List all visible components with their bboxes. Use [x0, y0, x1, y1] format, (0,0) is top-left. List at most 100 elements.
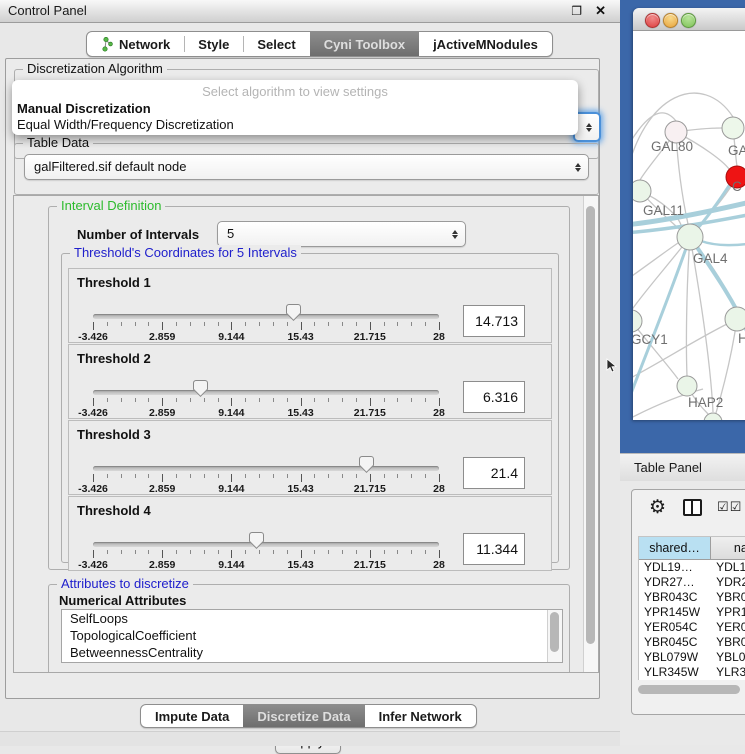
threshold-slider[interactable]: -3.4262.8599.14415.4321.71528 — [93, 453, 439, 493]
table-row[interactable]: YDL19…YDL19 — [639, 560, 745, 575]
tick-mark — [176, 398, 177, 402]
tab-cyni-toolbox[interactable]: Cyni Toolbox — [310, 32, 419, 56]
numerical-attributes-list[interactable]: SelfLoopsTopologicalCoefficientBetweenne… — [61, 609, 563, 663]
threshold-value-field[interactable]: 11.344 — [463, 533, 525, 565]
slider-thumb[interactable] — [193, 380, 208, 397]
tick-mark — [384, 474, 385, 478]
dropdown-option-manual-discretization[interactable]: Manual Discretization — [12, 101, 578, 117]
bottom-tab-discretize-data[interactable]: Discretize Data — [243, 705, 364, 727]
attributes-list-scrollbar[interactable] — [547, 610, 562, 662]
table-horizontal-scrollbar[interactable] — [637, 684, 745, 695]
threshold-label: Threshold 2 — [77, 351, 151, 366]
network-node-partial[interactable] — [704, 413, 722, 420]
tick-mark — [273, 322, 274, 326]
table-row[interactable]: YLR345WYLR345W — [639, 665, 745, 680]
close-traffic-light-icon[interactable] — [645, 13, 660, 28]
network-canvas[interactable]: GAL80GACGAL11GAL4GCY1HHAP2 — [633, 31, 745, 420]
bottom-tab-impute-data[interactable]: Impute Data — [141, 705, 243, 727]
threshold-slider[interactable]: -3.4262.8599.14415.4321.71528 — [93, 377, 439, 417]
network-node-h[interactable] — [725, 307, 745, 331]
tab-label: jActiveMNodules — [433, 37, 538, 52]
network-node-gal11[interactable] — [633, 180, 651, 202]
table-row[interactable]: YDR27…YDR27 — [639, 575, 745, 590]
attribute-item-betweennesscentrality[interactable]: BetweennessCentrality — [62, 644, 562, 661]
threshold-slider[interactable]: -3.4262.8599.14415.4321.71528 — [93, 529, 439, 569]
zoom-traffic-light-icon[interactable] — [681, 13, 696, 28]
columns-icon[interactable] — [683, 499, 702, 516]
network-node-gcy1[interactable] — [633, 310, 642, 332]
table-row[interactable]: YBR043CYBR043C — [639, 590, 745, 605]
float-window-icon[interactable]: ❐ — [571, 4, 582, 18]
slider-track[interactable] — [93, 390, 439, 395]
table-row[interactable]: YBR045CYBR045C — [639, 635, 745, 650]
tick-mark — [384, 322, 385, 326]
select-columns-checkboxes-icon[interactable]: ☑☑ — [717, 499, 742, 515]
network-node-ga[interactable] — [722, 117, 744, 139]
tick-mark — [342, 398, 343, 402]
tab-label: Impute Data — [155, 709, 229, 724]
close-panel-icon[interactable]: ✕ — [595, 3, 606, 19]
attribute-item-selfloops[interactable]: SelfLoops — [62, 610, 562, 627]
network-node-hap2[interactable] — [677, 376, 697, 396]
tick-mark — [176, 550, 177, 554]
table-cell: YBR045C — [711, 635, 745, 650]
thresholds-group: Threshold's Coordinates for 5 Intervals … — [61, 253, 559, 563]
table-row[interactable]: YER054CYER054C — [639, 620, 745, 635]
threshold-slider[interactable]: -3.4262.8599.14415.4321.71528 — [93, 301, 439, 341]
table-data-combobox[interactable]: galFiltered.sif default node — [24, 154, 589, 180]
tick-mark — [162, 398, 163, 406]
tick-mark — [107, 398, 108, 402]
tab-jactivemnodules[interactable]: jActiveMNodules — [419, 32, 552, 56]
slider-track[interactable] — [93, 314, 439, 319]
num-intervals-combobox[interactable]: 5 — [217, 221, 466, 247]
tick-mark — [218, 398, 219, 402]
table-row[interactable]: YPR145WYPR145W — [639, 605, 745, 620]
scale-label: 28 — [433, 407, 445, 419]
gear-icon[interactable]: ⚙ — [649, 498, 666, 517]
tick-mark — [218, 550, 219, 554]
slider-thumb[interactable] — [359, 456, 374, 473]
tick-mark — [148, 550, 149, 554]
tab-label: Network — [119, 37, 170, 52]
attribute-item-topologicalcoefficient[interactable]: TopologicalCoefficient — [62, 627, 562, 644]
table-row[interactable]: YBL079WYBL079W — [639, 650, 745, 665]
scale-label: 2.859 — [149, 559, 175, 571]
network-node-gal4[interactable] — [677, 224, 703, 250]
column-header-1[interactable]: shared… — [639, 537, 711, 559]
tick-mark — [411, 322, 412, 326]
tab-select[interactable]: Select — [243, 32, 309, 56]
slider-track[interactable] — [93, 466, 439, 471]
minimize-traffic-light-icon[interactable] — [663, 13, 678, 28]
column-header-2[interactable]: name — [711, 537, 745, 559]
threshold-value-field[interactable]: 14.713 — [463, 305, 525, 337]
tick-mark — [245, 322, 246, 326]
settings-scrollbar[interactable] — [583, 196, 598, 672]
node-label: HAP2 — [688, 395, 723, 410]
tick-mark — [425, 322, 426, 326]
tick-mark — [342, 550, 343, 554]
tab-network[interactable]: Network — [87, 32, 184, 56]
slider-thumb[interactable] — [286, 304, 301, 321]
node-table-panel: ⚙ ☑☑ shared…name YDL19…YDL19YDR27…YDR27Y… — [631, 489, 745, 715]
slider-track[interactable] — [93, 542, 439, 547]
slider-thumb[interactable] — [249, 532, 264, 549]
scale-label: 15.43 — [287, 331, 313, 343]
table-cell: YBL079W — [639, 650, 711, 665]
threshold-value-field[interactable]: 21.4 — [463, 457, 525, 489]
dropdown-prompt: Select algorithm to view settings — [12, 80, 578, 101]
tick-mark — [93, 550, 94, 558]
tick-mark — [328, 322, 329, 326]
tick-mark — [204, 474, 205, 478]
tick-mark — [397, 322, 398, 326]
combo-arrows-icon — [586, 114, 592, 140]
node-label: H — [738, 331, 745, 346]
bottom-tab-infer-network[interactable]: Infer Network — [365, 705, 476, 727]
tick-mark — [231, 322, 232, 330]
scale-label: 28 — [433, 331, 445, 343]
dropdown-option-equal-width-frequency-discretization[interactable]: Equal Width/Frequency Discretization — [12, 117, 578, 133]
network-view-frame: GAL80GACGAL11GAL4GCY1HHAP2 — [620, 0, 745, 453]
threshold-value-field[interactable]: 6.316 — [463, 381, 525, 413]
interval-group-title: Interval Definition — [57, 198, 165, 213]
tick-mark — [301, 474, 302, 482]
tab-style[interactable]: Style — [184, 32, 243, 56]
